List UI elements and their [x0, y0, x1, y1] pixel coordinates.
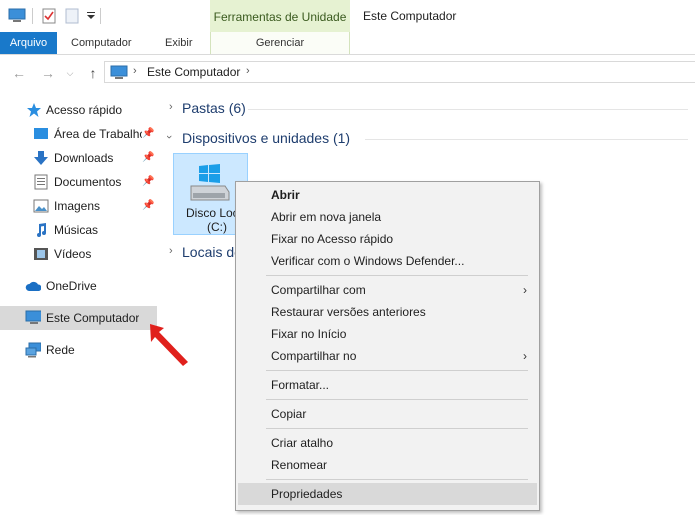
menu-item-label: Compartilhar no — [271, 349, 357, 363]
menu-item-criar-atalho[interactable]: Criar atalho — [238, 432, 537, 454]
sidebar-item-onedrive[interactable]: OneDrive — [0, 274, 157, 298]
pin-icon[interactable]: 📌 — [142, 170, 154, 194]
cloud-icon — [25, 281, 41, 291]
sidebar-item-label: Rede — [46, 343, 75, 357]
tab-exibir[interactable]: Exibir — [165, 32, 193, 54]
sidebar-item-downloads[interactable]: Downloads 📌 — [0, 146, 157, 170]
submenu-arrow-icon: › — [523, 349, 527, 363]
divider — [100, 8, 101, 24]
film-icon — [34, 248, 48, 260]
menu-item-fixar-no-inicio[interactable]: Fixar no Início — [238, 323, 537, 345]
menu-separator — [266, 275, 528, 276]
context-tab-header: Ferramentas de Unidade — [210, 0, 350, 32]
menu-separator — [266, 428, 528, 429]
sidebar-item-label: Acesso rápido — [46, 103, 123, 117]
desktop-icon — [34, 128, 48, 139]
menu-separator — [266, 479, 528, 480]
sidebar-item-videos[interactable]: Vídeos — [0, 242, 157, 266]
document-icon — [34, 174, 48, 190]
windows-drive-icon — [190, 164, 230, 201]
context-menu: Abrir Abrir em nova janela Fixar no Aces… — [235, 181, 540, 511]
menu-item-compartilhar-no[interactable]: Compartilhar no › — [238, 345, 537, 367]
chevron-right-icon[interactable]: › — [169, 245, 173, 257]
breadcrumb-chevron-icon[interactable]: › — [133, 65, 137, 77]
menu-item-propriedades[interactable]: Propriedades — [238, 483, 537, 505]
address-bar[interactable]: › Este Computador › — [104, 61, 695, 83]
window-title: Este Computador — [363, 9, 457, 23]
computer-icon[interactable] — [8, 8, 26, 24]
new-folder-icon[interactable] — [65, 8, 79, 24]
up-arrow-icon[interactable]: ↑ — [85, 65, 101, 81]
sidebar-item-label: Imagens — [54, 199, 101, 213]
chevron-down-icon[interactable]: › — [163, 135, 175, 139]
chevron-right-icon[interactable]: › — [169, 101, 173, 113]
menu-item-compartilhar-com[interactable]: Compartilhar com › — [238, 279, 537, 301]
network-icon — [25, 342, 41, 358]
music-note-icon — [37, 223, 46, 237]
pin-icon[interactable]: 📌 — [142, 194, 154, 218]
title-bar: Ferramentas de Unidade Este Computador — [0, 0, 695, 32]
menu-item-formatar[interactable]: Formatar... — [238, 374, 537, 396]
divider — [248, 109, 688, 110]
tab-gerenciar[interactable]: Gerenciar — [210, 32, 350, 54]
tab-arquivo[interactable]: Arquivo — [0, 32, 57, 54]
star-icon — [27, 103, 41, 117]
pin-icon[interactable]: 📌 — [142, 122, 154, 146]
menu-separator — [266, 370, 528, 371]
sidebar-item-area-de-trabalho[interactable]: Área de Trabalho 📌 — [0, 122, 157, 146]
menu-item-fixar-no-acesso-rapido[interactable]: Fixar no Acesso rápido — [238, 228, 537, 250]
menu-item-abrir-em-nova-janela[interactable]: Abrir em nova janela — [238, 206, 537, 228]
sidebar-item-label: Este Computador — [46, 311, 140, 325]
breadcrumb-chevron-icon[interactable]: › — [246, 65, 250, 77]
recent-dropdown-icon[interactable]: ⌵ — [62, 65, 78, 81]
pictures-icon — [33, 199, 49, 213]
menu-item-restaurar-versoes-anteriores[interactable]: Restaurar versões anteriores — [238, 301, 537, 323]
customize-dropdown-icon[interactable] — [86, 8, 96, 24]
sidebar-item-acesso-rapido[interactable]: Acesso rápido — [0, 98, 157, 122]
sidebar-item-label: Vídeos — [54, 247, 92, 261]
menu-item-label: Compartilhar com — [271, 283, 366, 297]
group-header-locais-de-rede-wrap: › Locais de rede — [160, 239, 235, 263]
sidebar-item-rede[interactable]: Rede — [0, 338, 157, 362]
red-pointer-arrow-icon — [150, 324, 188, 366]
pin-icon[interactable]: 📌 — [142, 146, 154, 170]
menu-item-renomear[interactable]: Renomear — [238, 454, 537, 476]
menu-separator — [266, 399, 528, 400]
sidebar-item-label: Área de Trabalho — [54, 127, 142, 141]
menu-item-copiar[interactable]: Copiar — [238, 403, 537, 425]
computer-icon — [110, 65, 128, 79]
menu-item-abrir[interactable]: Abrir — [238, 184, 537, 206]
sidebar-item-label: OneDrive — [46, 279, 97, 293]
divider — [32, 8, 33, 24]
sidebar-item-label: Downloads — [54, 151, 114, 165]
back-arrow-icon[interactable]: ← — [11, 65, 27, 81]
submenu-arrow-icon: › — [523, 283, 527, 297]
sidebar-item-este-computador[interactable]: Este Computador — [0, 306, 157, 330]
ribbon-tabs: Arquivo Computador Exibir Gerenciar — [0, 32, 695, 55]
navigation-pane: Acesso rápido Área de Trabalho 📌 Downloa… — [0, 89, 160, 515]
breadcrumb-este-computador[interactable]: Este Computador — [147, 65, 240, 79]
sidebar-item-label: Músicas — [54, 223, 99, 237]
sidebar-item-documentos[interactable]: Documentos 📌 — [0, 170, 157, 194]
navigation-bar: ← → ⌵ ↑ › Este Computador › — [0, 55, 695, 89]
sidebar-item-imagens[interactable]: Imagens 📌 — [0, 194, 157, 218]
group-header-locais-de-rede[interactable]: Locais de rede — [182, 244, 235, 260]
properties-icon[interactable] — [42, 8, 56, 24]
divider — [365, 139, 688, 140]
menu-item-verificar-windows-defender[interactable]: Verificar com o Windows Defender... — [238, 250, 537, 272]
download-arrow-icon — [34, 151, 48, 165]
forward-arrow-icon[interactable]: → — [40, 65, 56, 81]
computer-icon — [25, 310, 41, 324]
group-header-pastas[interactable]: Pastas (6) — [182, 100, 246, 116]
sidebar-item-musicas[interactable]: Músicas — [0, 218, 157, 242]
tab-computador[interactable]: Computador — [71, 32, 132, 54]
sidebar-item-label: Documentos — [54, 175, 122, 189]
group-header-dispositivos[interactable]: Dispositivos e unidades (1) — [182, 130, 350, 146]
